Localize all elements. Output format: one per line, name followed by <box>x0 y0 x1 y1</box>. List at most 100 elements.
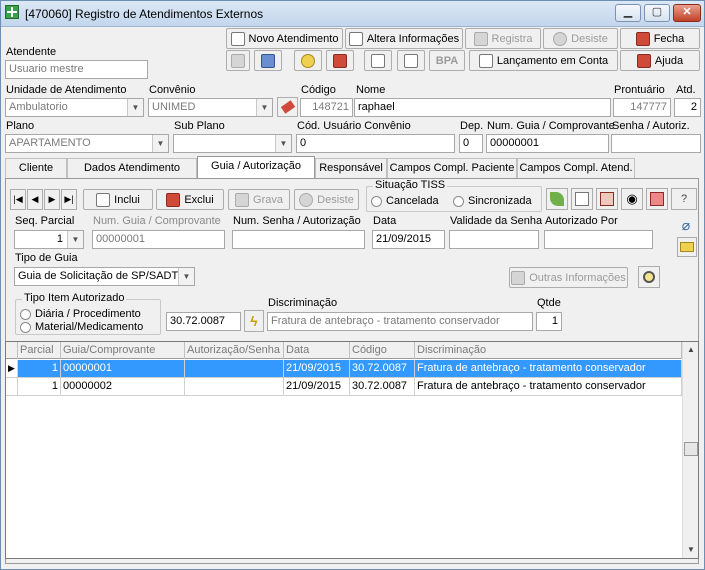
situacao-tiss-title: Situação TISS <box>373 179 448 191</box>
convenio-combo[interactable]: UNIMED ▼ <box>148 98 273 117</box>
autorizado-field[interactable] <box>544 230 653 249</box>
zoom-button[interactable] <box>294 50 322 71</box>
tab-responsavel[interactable]: Responsável <box>315 158 387 178</box>
bpa-button[interactable]: BPA <box>429 50 465 71</box>
chevron-down-icon[interactable]: ▼ <box>67 231 83 248</box>
fecha-button[interactable]: Fecha <box>620 28 700 49</box>
registra-button[interactable]: Registra <box>465 28 541 49</box>
validade-field[interactable] <box>449 230 539 249</box>
grava-button[interactable]: Grava <box>228 189 290 210</box>
document-grid-icon <box>231 53 245 68</box>
chevron-down-icon[interactable]: ▼ <box>178 268 194 285</box>
new-document-icon <box>230 31 245 46</box>
guia-desiste-button[interactable]: Desiste <box>294 189 359 210</box>
unidade-combo[interactable]: Ambulatorio ▼ <box>5 98 144 117</box>
scroll-up-icon[interactable]: ▲ <box>683 342 699 358</box>
print-disabled-button[interactable] <box>226 50 250 71</box>
tab-guia-autorizacao[interactable]: Guia / Autorização <box>197 156 315 178</box>
column-discriminacao[interactable]: Discriminação <box>415 342 682 359</box>
ajuda-button[interactable]: Ajuda <box>620 50 700 71</box>
codigo-item-field[interactable]: 30.72.0087 <box>166 312 241 331</box>
transfer-button[interactable] <box>326 50 354 71</box>
diaria-radio[interactable]: Diária / Procedimento <box>20 308 141 320</box>
guias-grid[interactable]: Parcial Guia/Comprovante Autorização/Sen… <box>5 341 699 559</box>
senha-header-field[interactable] <box>611 134 701 153</box>
open-folder-button[interactable] <box>677 237 697 257</box>
reject-button[interactable] <box>596 188 618 210</box>
approve-button[interactable] <box>571 188 593 210</box>
copy-button[interactable] <box>397 50 425 71</box>
grid-scrollbar[interactable]: ▲ ▼ <box>682 342 698 558</box>
seq-parcial-combo[interactable]: 1 ▼ <box>14 230 84 249</box>
tab-dados-atendimento[interactable]: Dados Atendimento <box>67 158 197 178</box>
attach-button[interactable]: ⌀ <box>677 215 695 235</box>
lancamento-conta-button[interactable]: Lançamento em Conta <box>469 50 618 71</box>
transfer-records-button[interactable] <box>646 188 668 210</box>
num-guia-header-field[interactable]: 00000001 <box>486 134 609 153</box>
column-data[interactable]: Data <box>284 342 350 359</box>
cod-usuario-field[interactable]: 0 <box>296 134 455 153</box>
table-row[interactable]: 1 00000002 21/09/2015 30.72.0087 Fratura… <box>6 378 682 396</box>
eraser-button[interactable] <box>277 97 298 117</box>
close-button[interactable]: ✕ <box>673 4 701 22</box>
prontuario-field[interactable]: 147777 <box>613 98 671 117</box>
chevron-down-icon[interactable]: ▼ <box>152 135 168 152</box>
novo-atendimento-button[interactable]: Novo Atendimento <box>226 28 343 49</box>
scroll-thumb[interactable] <box>684 442 698 456</box>
paperclip-icon: ⌀ <box>681 216 691 233</box>
subplano-combo[interactable]: ▼ <box>173 134 292 153</box>
leaf-button[interactable] <box>546 188 568 210</box>
column-parcial[interactable]: Parcial <box>18 342 61 359</box>
tab-campos-compl-atend[interactable]: Campos Compl. Atend. <box>517 158 635 178</box>
title-bar[interactable]: [470060] Registro de Atendimentos Extern… <box>1 1 704 27</box>
minimize-button[interactable]: ▁ <box>615 4 641 22</box>
codigo-field[interactable]: 148721 <box>300 98 353 117</box>
help-icon <box>636 53 651 68</box>
exclui-button[interactable]: Exclui <box>156 189 224 210</box>
desiste-button[interactable]: Desiste <box>543 28 618 49</box>
previous-record-button[interactable]: ◀ <box>27 189 43 210</box>
scroll-down-icon[interactable]: ▼ <box>683 542 699 558</box>
column-guia[interactable]: Guia/Comprovante <box>61 342 185 359</box>
nome-field[interactable]: raphael <box>354 98 611 117</box>
help-query-button[interactable]: ? <box>671 188 697 210</box>
altera-informacoes-button[interactable]: Altera Informações <box>345 28 463 49</box>
lookup-button[interactable]: ϟ <box>244 310 264 332</box>
sincronizada-radio[interactable]: Sincronizada <box>453 195 532 207</box>
dep-field[interactable]: 0 <box>459 134 483 153</box>
attendant-button[interactable] <box>254 50 282 71</box>
tab-cliente[interactable]: Cliente <box>5 158 67 178</box>
data-label: Data <box>373 215 397 227</box>
atendente-field[interactable]: Usuario mestre <box>5 60 148 79</box>
unidade-label: Unidade de Atendimento <box>6 84 127 96</box>
chevron-down-icon[interactable]: ▼ <box>256 99 272 116</box>
cancelada-radio[interactable]: Cancelada <box>371 195 439 207</box>
first-record-button[interactable]: |◀ <box>10 189 26 210</box>
last-record-button[interactable]: ▶| <box>61 189 77 210</box>
material-radio[interactable]: Material/Medicamento <box>20 321 143 333</box>
outras-informacoes-button[interactable]: Outras Informações <box>509 267 628 288</box>
atd-field[interactable]: 2 <box>674 98 701 117</box>
tab-campos-compl-paciente[interactable]: Campos Compl. Paciente <box>387 158 517 178</box>
num-guia-field[interactable]: 00000001 <box>92 230 225 249</box>
column-codigo[interactable]: Código <box>350 342 415 359</box>
chevron-down-icon[interactable]: ▼ <box>275 135 291 152</box>
tipo-guia-combo[interactable]: Guia de Solicitação de SP/SADT ▼ <box>14 267 195 286</box>
magnifier-icon <box>301 53 315 68</box>
table-row[interactable]: ▶ 1 00000001 21/09/2015 30.72.0087 Fratu… <box>6 360 682 378</box>
maximize-button[interactable]: ▢ <box>644 4 670 22</box>
num-senha-field[interactable] <box>232 230 365 249</box>
search-button[interactable]: ◉ <box>621 188 643 210</box>
discriminacao-field[interactable]: Fratura de antebraço - tratamento conser… <box>267 312 533 331</box>
plano-combo[interactable]: APARTAMENTO ▼ <box>5 134 169 153</box>
print-button[interactable] <box>364 50 392 71</box>
zoom-guia-button[interactable] <box>638 266 660 288</box>
next-record-button[interactable]: ▶ <box>44 189 60 210</box>
column-autorizacao[interactable]: Autorização/Senha <box>185 342 284 359</box>
qtde-field[interactable]: 1 <box>536 312 562 331</box>
document-check-icon <box>575 192 589 206</box>
chevron-down-icon[interactable]: ▼ <box>127 99 143 116</box>
data-field[interactable]: 21/09/2015 <box>372 230 445 249</box>
inclui-button[interactable]: Inclui <box>83 189 153 210</box>
radio-icon <box>20 321 31 333</box>
